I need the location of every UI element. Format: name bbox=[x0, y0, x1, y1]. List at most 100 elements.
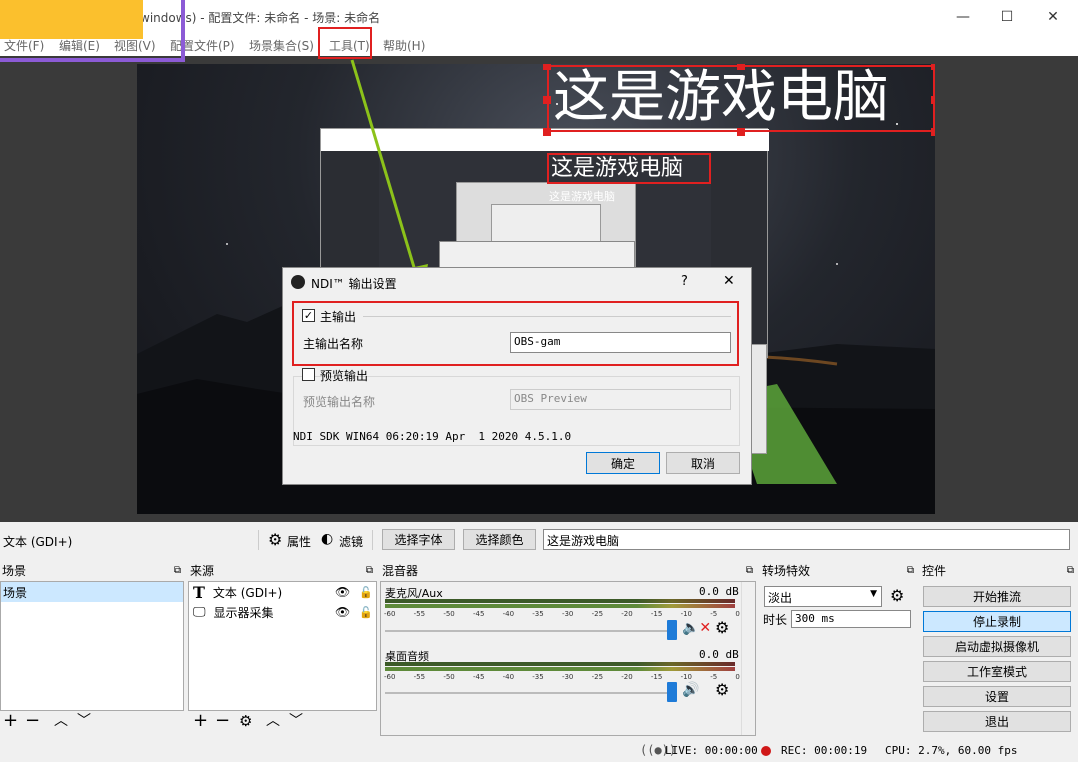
gear-icon[interactable]: ⚙ bbox=[715, 680, 729, 699]
transitions-dock: 转场特效 ⧉ 淡出 ▼ ⚙ 时长 300 ms bbox=[760, 560, 918, 738]
lock-icon[interactable]: 🔓 bbox=[359, 586, 373, 599]
ndi-output-settings-dialog: NDI™ 输出设置 ? ✕ ✓ 主输出 主输出名称 OBS-gam 预览输出 预… bbox=[282, 267, 752, 485]
volume-meter bbox=[385, 599, 735, 603]
start-streaming-button[interactable]: 开始推流 bbox=[923, 586, 1071, 607]
duration-input[interactable]: 300 ms bbox=[791, 610, 911, 628]
help-button[interactable]: ? bbox=[681, 274, 688, 289]
main-output-label: 主输出 bbox=[320, 310, 357, 324]
float-icon[interactable]: ⧉ bbox=[1067, 565, 1074, 576]
cancel-button[interactable]: 取消 bbox=[666, 452, 740, 474]
lock-icon[interactable]: 🔓 bbox=[359, 606, 373, 619]
source-toolbar: 文本 (GDI+) ⚙ 属性 ◐ 滤镜 选择字体 选择颜色 这是游戏电脑 bbox=[0, 525, 1078, 555]
sources-dock: 来源 ⧉ T 文本 (GDI+) 👁 🔓 🖵 显示器采集 👁 🔓 + − ⚙ ︿ … bbox=[188, 560, 377, 738]
filters-button[interactable]: 滤镜 bbox=[339, 533, 363, 550]
preview-output-label: 预览输出 bbox=[320, 369, 369, 383]
remove-icon[interactable]: − bbox=[25, 711, 40, 731]
mixer-scrollbar[interactable] bbox=[741, 582, 755, 735]
monitor-icon: 🖵 bbox=[193, 604, 206, 620]
properties-button[interactable]: 属性 bbox=[287, 533, 311, 550]
remove-icon[interactable]: − bbox=[215, 711, 230, 731]
minimize-button[interactable]: — bbox=[940, 0, 986, 34]
text-source-large[interactable]: 这是游戏电脑 bbox=[547, 65, 935, 132]
main-output-name-input[interactable]: OBS-gam bbox=[510, 332, 731, 353]
scenes-list[interactable]: 场景 bbox=[0, 581, 184, 711]
sources-title: 来源 bbox=[190, 563, 215, 578]
speaker-icon[interactable]: 🔊 bbox=[682, 682, 699, 698]
filter-icon: ◐ bbox=[321, 531, 334, 547]
float-icon[interactable]: ⧉ bbox=[174, 565, 181, 576]
volume-meter bbox=[385, 667, 735, 671]
float-icon[interactable]: ⧉ bbox=[366, 565, 373, 576]
select-font-button[interactable]: 选择字体 bbox=[382, 529, 455, 550]
record-indicator-icon bbox=[761, 746, 771, 756]
resize-handle[interactable] bbox=[543, 128, 551, 136]
gear-icon[interactable]: ⚙ bbox=[239, 711, 252, 731]
float-icon[interactable]: ⧉ bbox=[907, 565, 914, 576]
resize-handle[interactable] bbox=[737, 64, 745, 70]
dialog-title: NDI™ 输出设置 bbox=[311, 277, 397, 291]
float-icon[interactable]: ⧉ bbox=[746, 565, 753, 576]
menu-scene-collection[interactable]: 场景集合(S) bbox=[249, 37, 314, 54]
track-db: 0.0 dB bbox=[699, 648, 739, 661]
rec-timer: REC: 00:00:19 bbox=[781, 744, 868, 757]
mixer-dock: 混音器 ⧉ 麦克风/Aux 0.0 dB -60 -55 -50 -45 -40 -35 -3… bbox=[380, 560, 757, 738]
move-up-icon[interactable]: ︿ bbox=[266, 711, 280, 731]
gear-icon[interactable]: ⚙ bbox=[890, 586, 904, 605]
eye-icon[interactable]: 👁 bbox=[335, 605, 350, 619]
controls-title: 控件 bbox=[922, 563, 947, 578]
resize-handle[interactable] bbox=[543, 96, 551, 104]
eye-icon[interactable]: 👁 bbox=[335, 585, 350, 599]
text-input[interactable]: 这是游戏电脑 bbox=[543, 529, 1070, 550]
meter-ticks: -60 -55 -50 -45 -40 -35 -30 -25 -20 -15 -10 -5 0 bbox=[384, 610, 740, 618]
volume-meter bbox=[385, 662, 735, 666]
resize-handle[interactable] bbox=[543, 64, 551, 70]
muted-speaker-icon[interactable]: 🔈✕ bbox=[682, 620, 711, 636]
close-button[interactable]: ✕ bbox=[1030, 0, 1076, 34]
track-db: 0.0 dB bbox=[699, 585, 739, 598]
preview-output-name-label: 预览输出名称 bbox=[303, 395, 376, 409]
move-up-icon[interactable]: ︿ bbox=[54, 711, 68, 731]
volume-slider-handle[interactable] bbox=[667, 682, 677, 702]
resize-handle[interactable] bbox=[931, 96, 935, 104]
text-source-nested: 这是游戏电脑 bbox=[547, 153, 711, 184]
volume-slider-handle[interactable] bbox=[667, 620, 677, 640]
move-down-icon[interactable]: ﹀ bbox=[77, 711, 91, 731]
volume-slider[interactable] bbox=[385, 692, 675, 694]
list-item[interactable]: 🖵 显示器采集 👁 🔓 bbox=[189, 602, 376, 622]
settings-button[interactable]: 设置 bbox=[923, 686, 1071, 707]
text-source-nested-small: 这是游戏电脑 bbox=[549, 190, 615, 203]
list-item[interactable]: 场景 bbox=[1, 582, 183, 602]
cpu-fps: CPU: 2.7%, 60.00 fps bbox=[885, 744, 1018, 757]
gear-icon[interactable]: ⚙ bbox=[715, 618, 729, 637]
volume-slider[interactable] bbox=[385, 630, 675, 632]
list-item[interactable]: T 文本 (GDI+) 👁 🔓 bbox=[189, 582, 376, 602]
dialog-close-button[interactable]: ✕ bbox=[723, 273, 735, 289]
scenes-dock: 场景 ⧉ 场景 + − ︿ ﹀ bbox=[0, 560, 185, 738]
chevron-down-icon: ▼ bbox=[870, 589, 877, 599]
volume-meter bbox=[385, 604, 735, 608]
main-output-name-label: 主输出名称 bbox=[303, 337, 364, 351]
start-virtual-camera-button[interactable]: 启动虚拟摄像机 bbox=[923, 636, 1071, 657]
preview-output-name-input[interactable]: OBS Preview bbox=[510, 389, 731, 410]
annotation-arrow bbox=[350, 59, 428, 288]
sources-list[interactable]: T 文本 (GDI+) 👁 🔓 🖵 显示器采集 👁 🔓 bbox=[188, 581, 377, 711]
add-icon[interactable]: + bbox=[193, 711, 208, 731]
text-source-icon: T bbox=[193, 582, 205, 602]
select-color-button[interactable]: 选择颜色 bbox=[463, 529, 536, 550]
exit-button[interactable]: 退出 bbox=[923, 711, 1071, 732]
ok-button[interactable]: 确定 bbox=[586, 452, 660, 474]
resize-handle[interactable] bbox=[931, 64, 935, 70]
duration-label: 时长 bbox=[763, 613, 788, 627]
menu-help[interactable]: 帮助(H) bbox=[383, 37, 425, 54]
studio-mode-button[interactable]: 工作室模式 bbox=[923, 661, 1071, 682]
resize-handle[interactable] bbox=[931, 128, 935, 136]
transition-select[interactable]: 淡出 ▼ bbox=[764, 586, 882, 607]
main-output-checkbox[interactable]: ✓ bbox=[302, 309, 315, 322]
move-down-icon[interactable]: ﹀ bbox=[289, 711, 303, 731]
selected-source-label: 文本 (GDI+) bbox=[3, 535, 73, 549]
maximize-button[interactable]: ☐ bbox=[984, 0, 1030, 34]
add-icon[interactable]: + bbox=[3, 711, 18, 731]
preview-output-checkbox[interactable] bbox=[302, 368, 315, 381]
resize-handle[interactable] bbox=[737, 128, 745, 136]
stop-recording-button[interactable]: 停止录制 bbox=[923, 611, 1071, 632]
